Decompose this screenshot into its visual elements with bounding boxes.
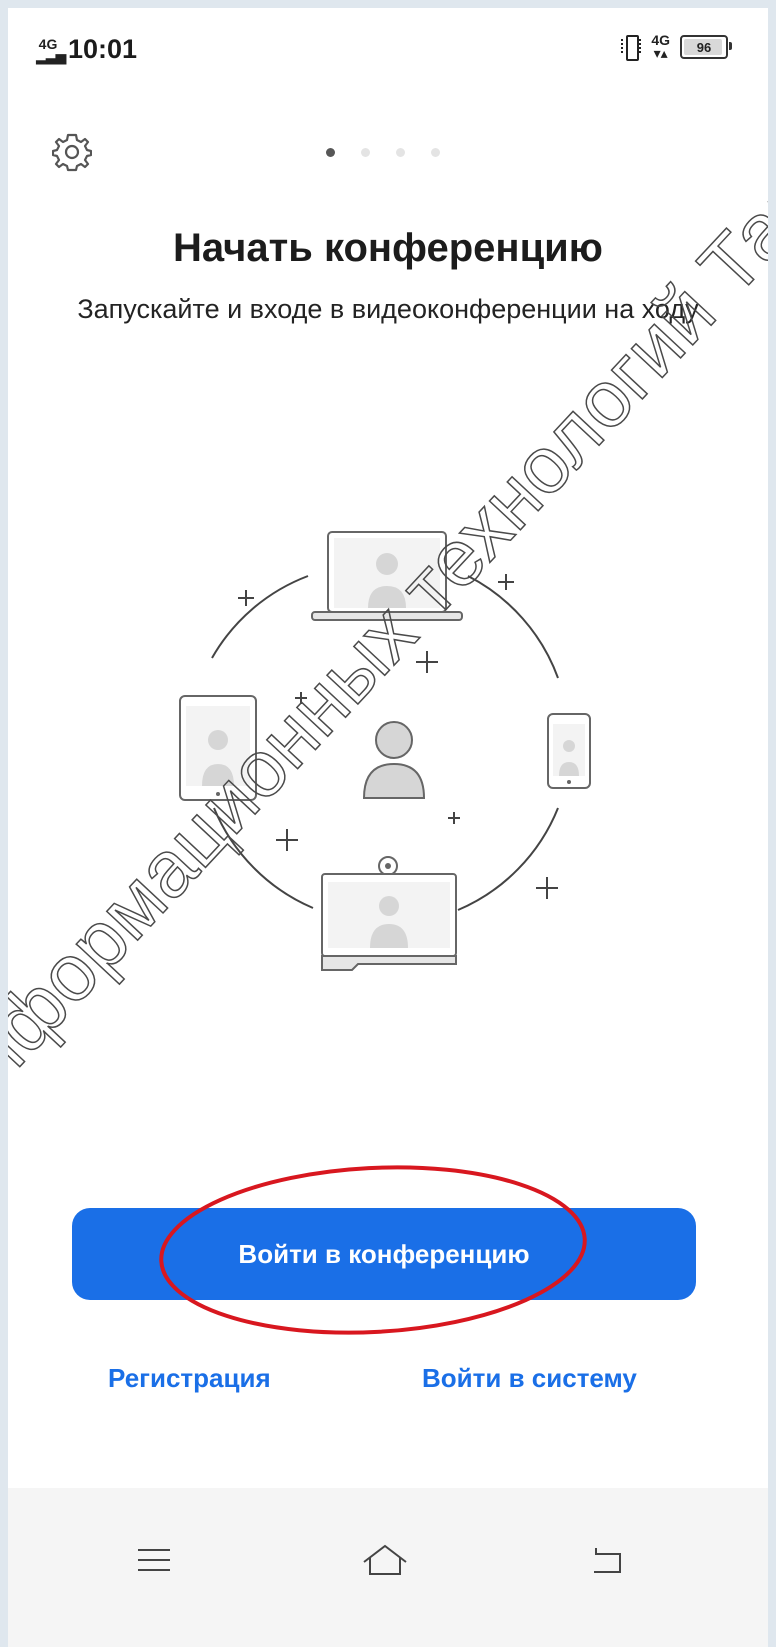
status-bar: 4G ▂▃▅ 10:01 4G ▾▴ 96 (8, 8, 768, 88)
laptop-device-icon (311, 531, 463, 621)
conference-illustration (179, 531, 591, 971)
page-title: Начать конференцию (173, 226, 603, 270)
menu-icon[interactable] (134, 1540, 184, 1580)
phone-screen: 4G ▂▃▅ 10:01 4G ▾▴ 96 Начать конференцию… (8, 8, 768, 1647)
status-right: 4G ▾▴ 96 (621, 32, 732, 61)
mobile-data-icon: 4G ▾▴ (651, 32, 670, 61)
page-indicator (326, 148, 440, 157)
signal-icon: 4G ▂▃▅ (36, 35, 66, 64)
home-icon[interactable] (360, 1540, 410, 1580)
phone-device-icon (547, 713, 591, 789)
register-link[interactable]: Регистрация (108, 1363, 271, 1394)
page-dot (361, 148, 370, 157)
system-nav-bar (8, 1488, 768, 1647)
person-icon (362, 721, 426, 799)
sign-in-link[interactable]: Войти в систему (422, 1363, 637, 1394)
back-icon[interactable] (588, 1540, 638, 1580)
network-type-right: 4G (651, 32, 670, 48)
page-dot (431, 148, 440, 157)
page-dot-active (326, 148, 335, 157)
tablet-device-icon (179, 695, 257, 801)
settings-gear-icon[interactable] (51, 132, 93, 172)
status-left: 4G ▂▃▅ 10:01 (36, 34, 137, 65)
page-subtitle: Запускайте и входе в видеоконференции на… (77, 294, 699, 324)
status-time: 10:01 (68, 34, 138, 64)
battery-level: 96 (696, 39, 712, 55)
vibrate-icon (621, 34, 642, 61)
battery-icon: 96 (680, 35, 732, 59)
join-meeting-button[interactable]: Войти в конференцию (72, 1208, 696, 1300)
page-dot (396, 148, 405, 157)
room-system-device-icon (321, 856, 457, 971)
